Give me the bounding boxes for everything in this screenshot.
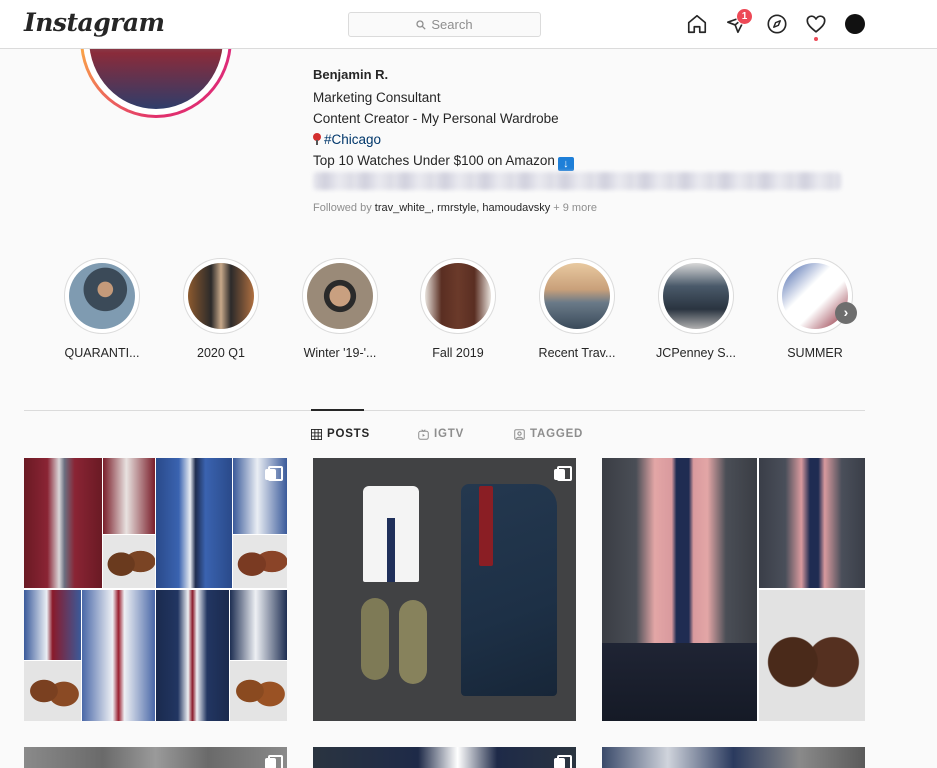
down-arrow-icon: ↓	[557, 157, 574, 171]
location-hashtag-link[interactable]: #Chicago	[324, 132, 381, 147]
highlight-label: JCPenney S...	[656, 346, 736, 360]
multiple-photos-icon	[554, 466, 572, 481]
highlight-cover	[188, 263, 254, 329]
bio-line-location: #Chicago	[313, 129, 853, 150]
highlight-label: QUARANTI...	[64, 346, 140, 360]
highlight-winter[interactable]: Winter '19-'...	[302, 258, 378, 360]
tab-igtv[interactable]: IGTV	[418, 428, 464, 440]
multiple-photos-icon	[554, 755, 572, 768]
post-thumbnail[interactable]	[24, 747, 287, 768]
igtv-icon	[418, 428, 429, 440]
instagram-logo[interactable]: Instagram	[24, 8, 165, 37]
home-icon[interactable]	[686, 13, 708, 35]
search-input[interactable]: Search	[348, 12, 541, 37]
post-thumbnail[interactable]	[602, 458, 865, 721]
profile-avatar-icon[interactable]	[845, 14, 865, 34]
activity-heart-icon[interactable]	[805, 13, 827, 35]
search-icon	[416, 19, 427, 30]
post-thumbnail[interactable]	[24, 458, 287, 721]
notification-badge: 1	[736, 8, 753, 25]
highlight-cover	[307, 263, 373, 329]
profile-bio: Benjamin R. Marketing Consultant Content…	[313, 66, 853, 171]
promo-text: Top 10 Watches Under $100 on Amazon	[313, 153, 555, 168]
location-pin-icon	[313, 133, 321, 145]
post-thumbnail[interactable]	[602, 747, 865, 768]
post-thumbnail[interactable]	[313, 458, 576, 721]
post-thumbnail[interactable]	[313, 747, 576, 768]
highlight-cover	[663, 263, 729, 329]
tagged-icon	[514, 428, 525, 440]
bio-line-promo: Top 10 Watches Under $100 on Amazon ↓	[313, 150, 853, 171]
grid-icon	[311, 428, 322, 440]
top-nav: Instagram Search 1	[0, 0, 937, 49]
multiple-photos-icon	[265, 466, 283, 481]
followed-by-names: trav_white_, rmrstyle, hamoudavsky	[374, 202, 551, 214]
tabs-divider	[24, 410, 865, 411]
highlight-label: Fall 2019	[432, 346, 484, 360]
highlight-fall-2019[interactable]: Fall 2019	[420, 258, 496, 360]
highlight-cover	[425, 263, 491, 329]
highlight-2020-q1[interactable]: 2020 Q1	[183, 258, 259, 360]
active-tab-indicator	[311, 409, 364, 411]
highlight-label: 2020 Q1	[197, 346, 245, 360]
blurred-link[interactable]	[313, 172, 841, 190]
bio-line-title: Marketing Consultant	[313, 90, 441, 105]
followed-by[interactable]: Followed by trav_white_, rmrstyle, hamou…	[313, 202, 597, 214]
activity-dot	[814, 37, 818, 41]
profile-name: Benjamin R.	[313, 67, 389, 82]
bio-line-description: Content Creator - My Personal Wardrobe	[313, 111, 559, 126]
highlight-label: Recent Trav...	[538, 346, 616, 360]
highlight-recent-travels[interactable]: Recent Trav...	[539, 258, 615, 360]
highlight-label: SUMMER	[787, 346, 843, 360]
tab-posts[interactable]: POSTS	[311, 428, 370, 440]
highlight-label: Winter '19-'...	[303, 346, 377, 360]
highlight-quarantine[interactable]: QUARANTI...	[64, 258, 140, 360]
search-placeholder: Search	[431, 17, 473, 32]
explore-compass-icon[interactable]	[766, 13, 788, 35]
multiple-photos-icon	[265, 755, 283, 768]
highlight-jcpenney[interactable]: JCPenney S...	[656, 258, 736, 360]
highlight-cover	[69, 263, 135, 329]
highlight-cover	[544, 263, 610, 329]
highlights-next-chevron-icon[interactable]: ›	[835, 302, 857, 324]
tab-tagged[interactable]: TAGGED	[514, 428, 583, 440]
